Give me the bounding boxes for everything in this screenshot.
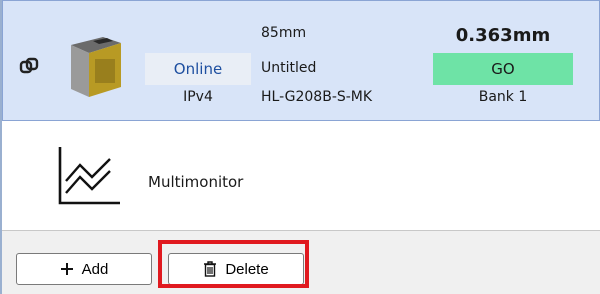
multimonitor-row[interactable]: Multimonitor: [2, 121, 600, 231]
plus-icon: [60, 263, 73, 275]
model-label: HL-G208B-S-MK: [261, 89, 373, 105]
sensor-icon: [71, 37, 121, 97]
distance-label: 85mm: [261, 25, 307, 41]
link-icon[interactable]: [19, 56, 39, 76]
device-name-label: Untitled: [261, 60, 317, 76]
measurement-value: 0.363mm: [455, 25, 551, 46]
protocol-label: IPv4: [183, 89, 213, 105]
add-button-label: Add: [81, 260, 109, 278]
line-chart-icon: [58, 147, 120, 205]
status-badge: Online: [145, 53, 251, 85]
multimonitor-label: Multimonitor: [148, 173, 244, 191]
judgement-badge: GO: [433, 53, 573, 85]
add-button[interactable]: Add: [16, 253, 152, 285]
bank-label: Bank 1: [478, 89, 528, 105]
bottom-toolbar: Add Delete: [2, 231, 600, 294]
trash-icon: [204, 261, 217, 277]
device-row[interactable]: Online IPv4 85mm Untitled HL-G208B-S-MK …: [2, 0, 600, 121]
delete-button[interactable]: Delete: [168, 253, 304, 285]
delete-button-label: Delete: [225, 260, 269, 278]
